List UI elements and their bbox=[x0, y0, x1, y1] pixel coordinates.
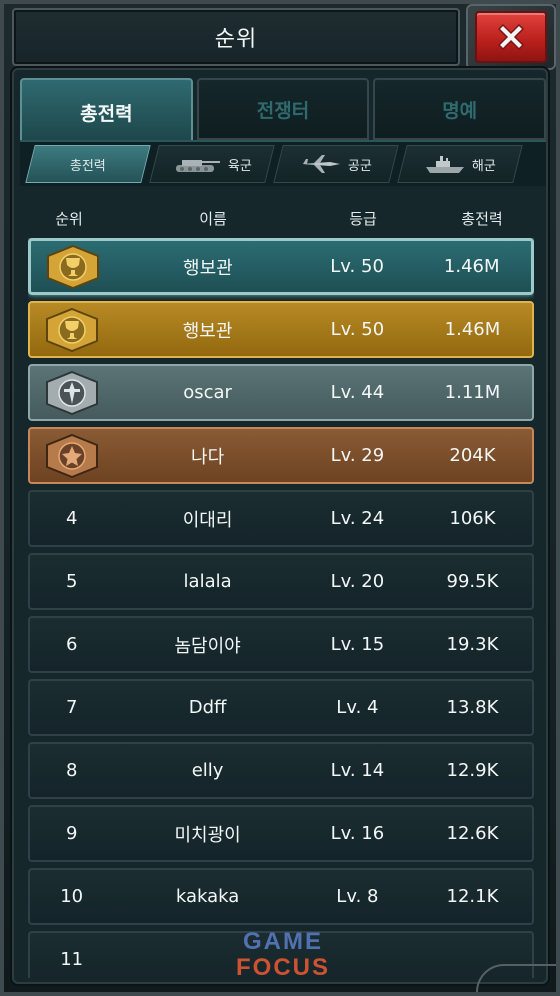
player-level: Lv. 29 bbox=[330, 445, 385, 466]
jet-icon bbox=[300, 153, 342, 175]
player-name: 행보관 bbox=[183, 257, 233, 279]
player-name: lalala bbox=[183, 571, 232, 592]
player-power: 1.46M bbox=[443, 256, 500, 277]
rank-row[interactable]: 8 elly Lv. 14 12.9K bbox=[28, 742, 534, 799]
page-title: 순위 bbox=[214, 27, 258, 52]
tab-honor[interactable]: 명예 bbox=[373, 78, 547, 140]
column-header-power: 총전력 bbox=[461, 209, 503, 228]
column-header-name: 이름 bbox=[199, 209, 227, 228]
player-level: Lv. 24 bbox=[330, 508, 385, 529]
watermark-line-1: GAME bbox=[243, 928, 323, 955]
player-name: oscar bbox=[183, 382, 232, 403]
rank-row[interactable]: 4 이대리 Lv. 24 106K bbox=[28, 490, 534, 547]
player-name: 행보관 bbox=[182, 320, 233, 342]
rank-cell: 8 bbox=[65, 760, 78, 781]
ship-icon bbox=[424, 153, 466, 175]
player-level: Lv. 8 bbox=[336, 886, 379, 907]
corner-decoration bbox=[476, 964, 556, 992]
player-level: Lv. 50 bbox=[330, 256, 384, 277]
rank-cell: 4 bbox=[65, 508, 78, 529]
rank-cell: 10 bbox=[60, 886, 84, 907]
player-level: Lv. 4 bbox=[336, 697, 379, 718]
gold-medal-icon bbox=[41, 307, 103, 353]
subtab-label: 총전력 bbox=[70, 158, 106, 174]
player-name: kakaka bbox=[175, 886, 240, 907]
player-level: Lv. 44 bbox=[330, 382, 385, 403]
rank-row[interactable]: oscar Lv. 44 1.11M bbox=[28, 364, 534, 421]
subtab-air-force[interactable]: 공군 bbox=[273, 145, 399, 183]
rank-row[interactable]: 10 kakaka Lv. 8 12.1K bbox=[28, 868, 534, 925]
tab-bar: 총전력 전쟁터 명예 bbox=[20, 78, 547, 146]
ranking-panel: 총전력 전쟁터 명예 총전력 육군 공군 해군 순위 이름 등급 총전력 행보관… bbox=[12, 68, 548, 984]
my-rank-row[interactable]: 행보관 Lv. 50 1.46M bbox=[28, 238, 534, 295]
close-button-frame bbox=[466, 4, 556, 70]
player-power: 204K bbox=[449, 445, 496, 466]
rank-row[interactable]: 6 놈담이야 Lv. 15 19.3K bbox=[28, 616, 534, 673]
player-level: Lv. 20 bbox=[330, 571, 385, 592]
rank-cell: 5 bbox=[65, 571, 78, 592]
subtab-total-power[interactable]: 총전력 bbox=[25, 145, 151, 183]
rank-cell: 6 bbox=[65, 634, 78, 655]
player-power: 106K bbox=[449, 508, 496, 529]
rank-row[interactable]: 7 Ddff Lv. 4 13.8K bbox=[28, 679, 534, 736]
player-name: 나다 bbox=[191, 446, 225, 468]
subtab-label: 육군 bbox=[228, 158, 252, 174]
close-x-icon bbox=[497, 23, 525, 51]
close-button[interactable] bbox=[475, 11, 547, 63]
player-level: Lv. 50 bbox=[330, 319, 385, 340]
watermark: GAME FOCUS bbox=[208, 930, 358, 984]
tab-label: 전쟁터 bbox=[256, 99, 310, 122]
player-level: Lv. 16 bbox=[330, 823, 385, 844]
player-level: Lv. 14 bbox=[330, 760, 385, 781]
rank-row[interactable]: 나다 Lv. 29 204K bbox=[28, 427, 534, 484]
silver-medal-icon bbox=[41, 370, 103, 416]
player-name: elly bbox=[191, 760, 224, 781]
rank-cell bbox=[30, 307, 113, 353]
subtab-label: 공군 bbox=[348, 158, 372, 174]
subtab-navy[interactable]: 해군 bbox=[397, 145, 523, 183]
rank-cell: 9 bbox=[65, 823, 78, 844]
header-bar: 순위 bbox=[12, 8, 460, 66]
tank-icon bbox=[172, 153, 222, 175]
ranking-list[interactable]: 행보관 Lv. 50 1.46M 행보관 Lv. 50 1.46M oscar Lv. 44 1… bbox=[28, 238, 534, 978]
column-header-rank: 순위 bbox=[55, 209, 83, 228]
rank-cell: 7 bbox=[65, 697, 78, 718]
player-name: Ddff bbox=[188, 697, 227, 718]
player-power: 13.8K bbox=[446, 697, 499, 718]
tab-total-power[interactable]: 총전력 bbox=[20, 78, 193, 146]
rank-row[interactable]: 9 미치광이 Lv. 16 12.6K bbox=[28, 805, 534, 862]
subtab-army[interactable]: 육군 bbox=[149, 145, 275, 183]
tab-battlefield[interactable]: 전쟁터 bbox=[196, 78, 370, 140]
player-power: 1.11M bbox=[444, 382, 501, 403]
column-header-grade: 등급 bbox=[349, 209, 377, 228]
player-power: 99.5K bbox=[446, 571, 499, 592]
rank-cell: 11 bbox=[60, 949, 84, 970]
rank-row[interactable]: 5 lalala Lv. 20 99.5K bbox=[28, 553, 534, 610]
player-power: 12.6K bbox=[446, 823, 499, 844]
rank-cell bbox=[31, 244, 114, 290]
player-level: Lv. 15 bbox=[330, 634, 385, 655]
tab-label: 총전력 bbox=[80, 102, 133, 125]
gold-medal-icon bbox=[42, 244, 104, 290]
player-power: 19.3K bbox=[446, 634, 499, 655]
player-name: 놈담이야 bbox=[174, 635, 241, 657]
subtab-bar: 총전력 육군 공군 해군 bbox=[20, 140, 546, 186]
bronze-medal-icon bbox=[41, 433, 103, 479]
column-headers: 순위 이름 등급 총전력 bbox=[20, 198, 546, 238]
watermark-line-2: FOCUS bbox=[236, 954, 330, 981]
rank-cell bbox=[30, 370, 113, 416]
player-power: 12.9K bbox=[446, 760, 499, 781]
player-name: 미치광이 bbox=[174, 824, 241, 846]
subtab-label: 해군 bbox=[472, 158, 496, 174]
rank-cell bbox=[30, 433, 113, 479]
player-name: 이대리 bbox=[182, 509, 233, 531]
rank-row[interactable]: 행보관 Lv. 50 1.46M bbox=[28, 301, 534, 358]
player-power: 12.1K bbox=[446, 886, 499, 907]
tab-label: 명예 bbox=[442, 99, 478, 122]
player-power: 1.46M bbox=[444, 319, 501, 340]
